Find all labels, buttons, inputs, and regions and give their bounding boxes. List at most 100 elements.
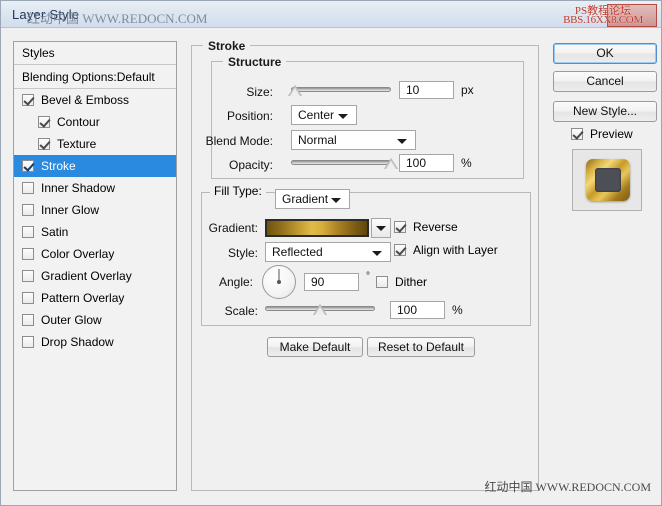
watermark-badge-line1: PS教程论坛 [547,2,659,18]
angle-dial[interactable] [262,265,296,299]
effect-checkbox[interactable] [22,182,34,194]
effect-row-texture[interactable]: Texture [14,133,176,155]
cancel-button[interactable]: Cancel [553,71,657,92]
title-bar: Layer Style 红动中国 WWW.REDOCN.COM PS教程论坛 B… [1,1,662,28]
size-slider-knob[interactable] [288,85,302,96]
effect-checkbox[interactable] [22,336,34,348]
styles-list-header: Styles [14,42,176,65]
effect-checkbox[interactable] [22,248,34,260]
effect-label: Texture [57,137,96,151]
effect-label: Bevel & Emboss [41,93,129,107]
blending-options-item[interactable]: Blending Options:Default [14,65,176,89]
stroke-group-label: Stroke [203,39,250,53]
gradient-picker-button[interactable] [371,218,391,238]
chevron-down-icon[interactable] [372,251,382,256]
effect-row-contour[interactable]: Contour [14,111,176,133]
fill-type-label: Fill Type: [214,184,262,198]
size-slider[interactable] [291,83,391,97]
blend-mode-value: Normal [298,133,337,147]
scale-slider[interactable] [265,302,375,316]
layer-style-dialog: Layer Style 红动中国 WWW.REDOCN.COM PS教程论坛 B… [0,0,662,506]
size-slider-track[interactable] [291,87,391,92]
reset-to-default-button[interactable]: Reset to Default [367,337,475,357]
gradient-swatch[interactable] [265,219,369,237]
effect-row-drop-shadow[interactable]: Drop Shadow [14,331,176,353]
effect-label: Gradient Overlay [41,269,132,283]
effect-checkbox[interactable] [38,116,50,128]
position-value: Center [298,108,334,122]
angle-label: Angle: [201,275,253,289]
effect-checkbox[interactable] [22,270,34,282]
effect-label: Drop Shadow [41,335,114,349]
effect-checkbox[interactable] [22,226,34,238]
effect-label: Satin [41,225,68,239]
fill-type-value: Gradient [282,192,328,206]
opacity-slider-knob[interactable] [384,158,398,169]
effect-checkbox[interactable] [22,160,34,172]
effect-row-pattern-overlay[interactable]: Pattern Overlay [14,287,176,309]
effect-label: Inner Glow [41,203,99,217]
styles-list-panel[interactable]: Styles Blending Options:Default Bevel & … [13,41,177,491]
align-with-layer-checkbox[interactable] [394,244,406,256]
dither-checkbox-row[interactable]: Dither [376,275,427,289]
angle-unit: ° [366,271,370,282]
dither-checkbox[interactable] [376,276,388,288]
chevron-down-icon[interactable] [376,226,386,231]
effect-checkbox[interactable] [38,138,50,150]
size-input[interactable]: 10 [399,81,454,99]
preview-thumbnail [572,149,642,211]
opacity-input[interactable]: 100 [399,154,454,172]
chevron-down-icon[interactable] [331,198,341,203]
effect-checkbox[interactable] [22,204,34,216]
fill-type-legend: Fill Type: [210,184,266,198]
effect-checkbox[interactable] [22,94,34,106]
dither-label: Dither [395,275,427,289]
effect-row-inner-shadow[interactable]: Inner Shadow [14,177,176,199]
chevron-down-icon[interactable] [397,139,407,144]
style-dropdown[interactable]: Reflected [265,242,391,262]
opacity-slider-track[interactable] [291,160,391,165]
gradient-swatch-fill [267,221,367,235]
preview-thumbnail-art [586,159,630,201]
chevron-down-icon[interactable] [338,114,348,119]
effect-checkbox[interactable] [22,292,34,304]
structure-group-label: Structure [223,55,286,69]
opacity-slider[interactable] [291,156,391,170]
angle-input[interactable]: 90 [304,273,359,291]
blend-mode-dropdown[interactable]: Normal [291,130,416,150]
effect-row-stroke[interactable]: Stroke [14,155,176,177]
scale-label: Scale: [201,304,258,318]
size-label: Size: [201,85,273,99]
preview-checkbox-row[interactable]: Preview [571,127,633,141]
effect-label: Pattern Overlay [41,291,124,305]
style-label: Style: [201,246,258,260]
effect-row-color-overlay[interactable]: Color Overlay [14,243,176,265]
align-with-layer-checkbox-row[interactable]: Align with Layer [394,243,498,257]
angle-dial-hub [277,280,281,284]
reverse-label: Reverse [413,220,458,234]
effect-checkbox[interactable] [22,314,34,326]
new-style-button[interactable]: New Style... [553,101,657,122]
effect-label: Color Overlay [41,247,114,261]
page-title: Layer Style [12,7,79,22]
ok-button[interactable]: OK [553,43,657,64]
scale-slider-knob[interactable] [313,304,327,315]
effect-row-outer-glow[interactable]: Outer Glow [14,309,176,331]
position-dropdown[interactable]: Center [291,105,357,125]
effect-row-gradient-overlay[interactable]: Gradient Overlay [14,265,176,287]
make-default-button[interactable]: Make Default [267,337,363,357]
watermark-badge: PS教程论坛 BBS.16XX8.COM [547,2,659,29]
effect-label: Inner Shadow [41,181,115,195]
fill-type-dropdown[interactable]: Gradient [275,189,350,209]
preview-checkbox[interactable] [571,128,583,140]
scale-input[interactable]: 100 [390,301,445,319]
effect-row-bevel-emboss[interactable]: Bevel & Emboss [14,89,176,111]
size-unit: px [461,83,474,97]
blend-mode-label: Blend Mode: [186,134,273,148]
effect-row-satin[interactable]: Satin [14,221,176,243]
effect-label: Contour [57,115,100,129]
effect-row-inner-glow[interactable]: Inner Glow [14,199,176,221]
reverse-checkbox[interactable] [394,221,406,233]
watermark-badge-frame [607,4,657,27]
reverse-checkbox-row[interactable]: Reverse [394,220,458,234]
